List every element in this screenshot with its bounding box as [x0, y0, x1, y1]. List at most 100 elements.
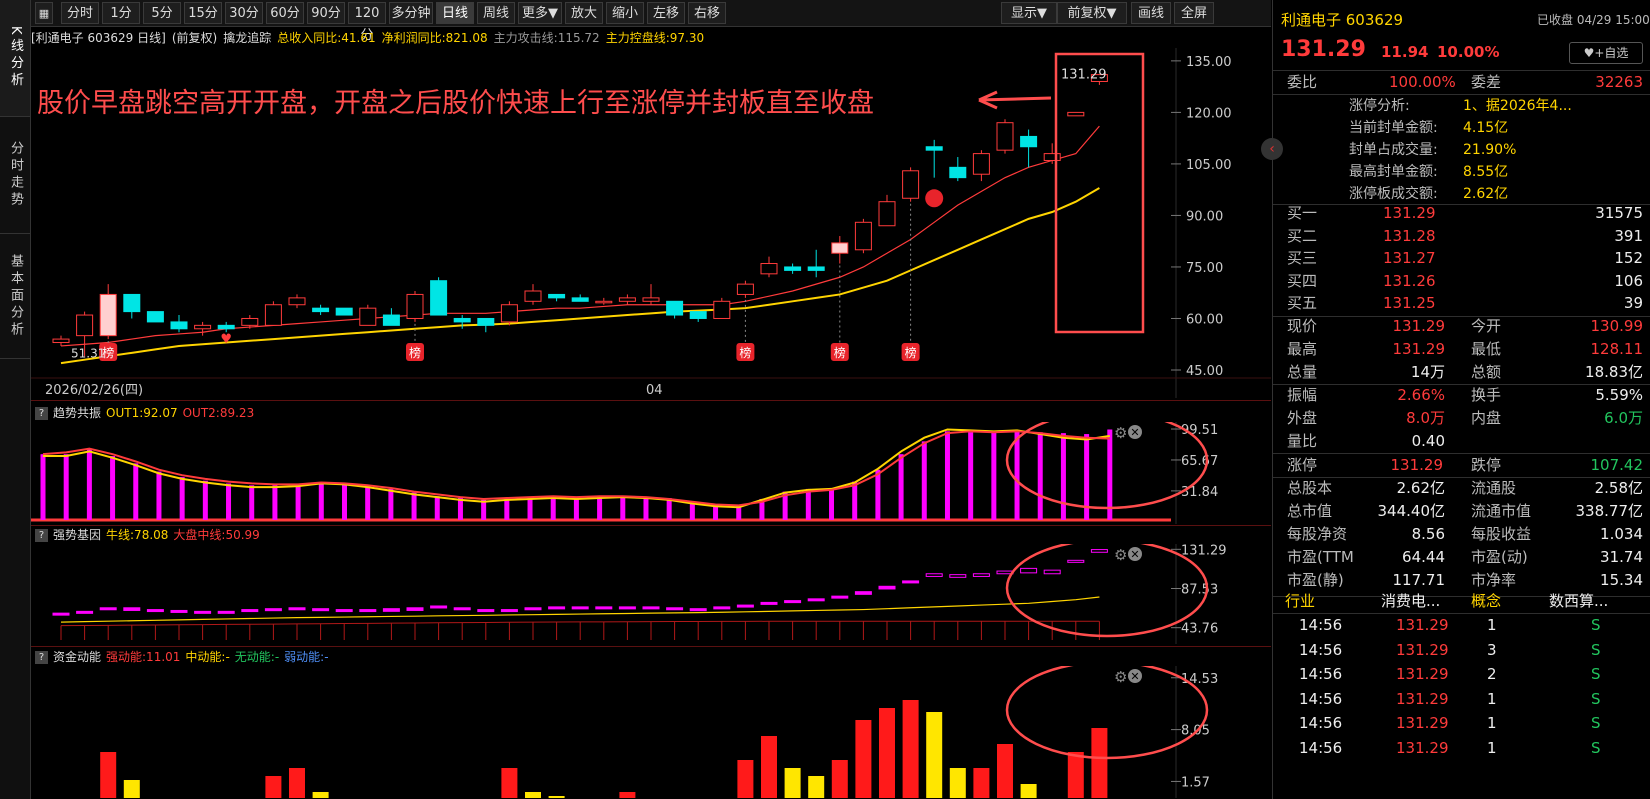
signal-marker-icon[interactable] — [925, 189, 944, 208]
candle-body[interactable] — [949, 166, 967, 179]
candle-body[interactable] — [595, 300, 613, 304]
concept-value[interactable]: 数西算... — [1549, 589, 1608, 613]
collapse-arrow-icon[interactable]: ‹ — [1261, 138, 1283, 160]
candle-body[interactable] — [99, 293, 117, 337]
tick-time: 14:56 — [1299, 640, 1343, 659]
candle-body[interactable] — [76, 314, 94, 337]
toolbar-button-8[interactable]: 多分钟 — [389, 2, 433, 24]
grid-menu-icon[interactable]: ▦ — [35, 2, 53, 24]
toolbar-button-5[interactable]: 60分 — [266, 2, 304, 24]
candle-body[interactable] — [902, 170, 920, 199]
adjust-menu-button[interactable]: 前复权▼ — [1057, 2, 1127, 24]
candle-body[interactable] — [972, 153, 990, 175]
candle-body[interactable] — [878, 201, 896, 227]
display-menu-button[interactable]: 显示▼ — [1001, 2, 1057, 24]
candle-body[interactable] — [241, 317, 259, 326]
toolbar-button-4[interactable]: 30分 — [225, 2, 263, 24]
candle-body[interactable] — [548, 293, 566, 299]
candle-body[interactable] — [713, 300, 731, 319]
toolbar-button-3[interactable]: 15分 — [184, 2, 222, 24]
candle-body[interactable] — [52, 338, 70, 344]
toolbar-button-10[interactable]: 周线 — [477, 2, 515, 24]
candle-body[interactable] — [807, 266, 825, 271]
candle-body[interactable] — [666, 300, 684, 316]
candle-body[interactable] — [1043, 153, 1061, 161]
candle-body[interactable] — [477, 317, 495, 326]
toolbar-button-6[interactable]: 90分 — [307, 2, 345, 24]
fullscreen-button[interactable]: 全屏 — [1174, 2, 1214, 24]
toolbar-button-11[interactable]: 更多▼ — [518, 2, 562, 24]
candle-body[interactable] — [406, 293, 424, 319]
strength-box — [784, 600, 802, 604]
tick-volume: 1 — [1487, 689, 1497, 708]
toolbar-button-7[interactable]: 120分 — [348, 2, 386, 43]
candle-body[interactable] — [736, 283, 754, 295]
candlestick-chart[interactable]: 135.00 120.00 105.00 90.00 75.00 60.00 45.00 榜 榜… — [31, 48, 1271, 398]
settings-gear-icon[interactable]: ⚙ — [1114, 424, 1127, 442]
toolbar-button-12[interactable]: 放大 — [565, 2, 603, 24]
chart-toolbar: ▦ 分时 1分 5分 15分 30分 60分 90分 120分 多分钟 日线 周线 更多▼ 放大 缩小 左移… — [31, 0, 1271, 43]
candle-body[interactable] — [359, 307, 377, 326]
toolbar-button-15[interactable]: 右移 — [688, 2, 726, 24]
candle-body[interactable] — [288, 297, 306, 306]
help-icon[interactable]: ? — [35, 407, 48, 420]
candle-body[interactable] — [760, 263, 778, 275]
toolbar-button-13[interactable]: 缩小 — [606, 2, 644, 24]
candle-body[interactable] — [217, 324, 235, 330]
candle-body[interactable] — [689, 311, 707, 319]
strength-box — [949, 574, 967, 578]
candle-body[interactable] — [312, 307, 330, 313]
candle-body[interactable] — [831, 242, 849, 254]
indicator-value: 弱动能:- — [284, 650, 329, 664]
tab-intraday[interactable]: 分时走势 — [0, 117, 30, 234]
strong-gene-chart[interactable]: 131.29 87.53 43.76 ⚙ ✕ — [31, 544, 1271, 644]
add-watchlist-button[interactable]: ♥+自选 — [1569, 42, 1643, 64]
candle-body[interactable] — [335, 307, 353, 316]
help-icon[interactable]: ? — [35, 651, 48, 664]
candle-body[interactable] — [784, 266, 802, 271]
tab-fundamentals[interactable]: 基本面分析 — [0, 234, 30, 359]
toolbar-button-9[interactable]: 日线 — [436, 2, 474, 24]
limit-analysis-value[interactable]: 1、据2026年4... — [1463, 94, 1572, 118]
toolbar-button-1[interactable]: 1分 — [102, 2, 140, 24]
industry-value[interactable]: 消费电... — [1381, 589, 1440, 613]
toolbar-button-14[interactable]: 左移 — [647, 2, 685, 24]
bid-price: 131.27 — [1383, 249, 1436, 267]
candle-body[interactable] — [194, 324, 212, 330]
candle-body[interactable] — [123, 293, 141, 313]
candle-body[interactable] — [170, 321, 188, 330]
candle-body[interactable] — [500, 304, 518, 323]
trend-resonance-chart[interactable]: 99.5165.6731.84⚙ ✕ — [31, 422, 1271, 524]
candle-body[interactable] — [1067, 111, 1085, 117]
indicator-value: OUT2:89.23 — [182, 406, 255, 420]
limit-analysis-label: 封单占成交量: — [1349, 142, 1438, 158]
y-tick-label: 75.00 — [1186, 261, 1223, 276]
candle-body[interactable] — [618, 297, 636, 302]
help-icon[interactable]: ? — [35, 529, 48, 542]
limit-down-value: 107.42 — [1590, 456, 1644, 474]
draw-button[interactable]: 画线 — [1131, 2, 1171, 24]
stat-value: 64.44 — [1402, 548, 1445, 566]
candle-body[interactable] — [264, 304, 282, 326]
toolbar-button-2[interactable]: 5分 — [143, 2, 181, 24]
candle-body[interactable] — [382, 314, 400, 326]
candle-body[interactable] — [996, 122, 1014, 151]
candle-body[interactable] — [146, 311, 164, 323]
candle-body[interactable] — [854, 221, 872, 251]
toolbar-button-0[interactable]: 分时 — [61, 2, 99, 24]
candle-body[interactable] — [642, 297, 660, 302]
bid-volume: 39 — [1623, 294, 1643, 312]
settings-gear-icon[interactable]: ⚙ — [1114, 546, 1127, 564]
tab-kline-analysis[interactable]: K线分析 — [0, 0, 30, 117]
candle-body[interactable] — [925, 146, 943, 151]
candle-body[interactable] — [1020, 135, 1038, 148]
candle-body[interactable] — [571, 297, 589, 302]
money-momentum-chart[interactable]: 14.538.051.57⚙ ✕ — [31, 666, 1271, 798]
candle-body[interactable] — [453, 317, 471, 323]
candle-body[interactable] — [524, 290, 542, 302]
indicator-tick-label: 31.84 — [1181, 485, 1218, 500]
trend-bar — [411, 492, 417, 520]
strength-box — [288, 607, 306, 611]
candle-body[interactable] — [430, 280, 448, 316]
settings-gear-icon[interactable]: ⚙ — [1114, 668, 1127, 686]
